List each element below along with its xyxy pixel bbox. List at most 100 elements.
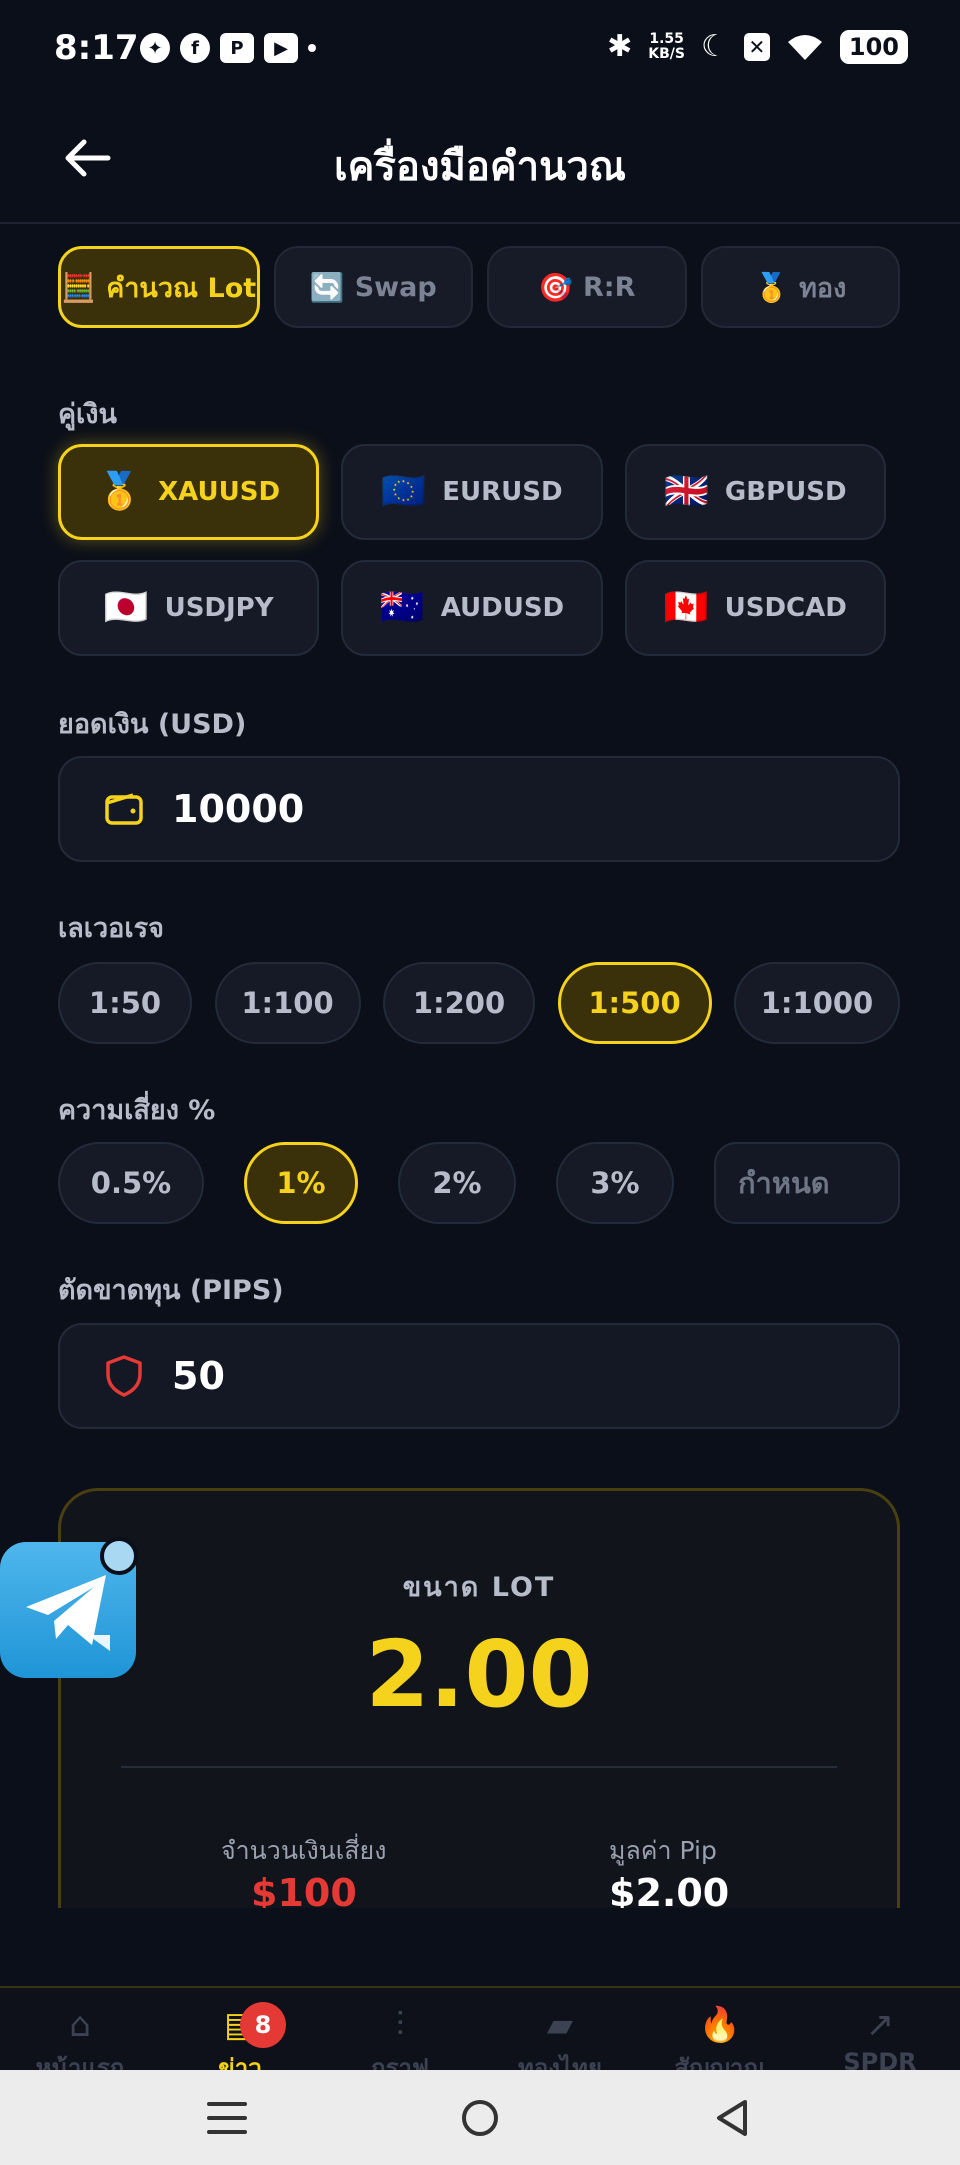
home-system-button[interactable] [440, 2088, 520, 2148]
more-notifications-icon [308, 44, 316, 52]
custom-risk-input[interactable]: กำหนด [714, 1142, 900, 1224]
app-bar: เครื่องมือคำนวณ [0, 100, 960, 224]
lot-size-value: 2.00 [365, 1621, 593, 1728]
stop-loss-label: ตัดขาดทุน (PIPS) [58, 1275, 284, 1306]
tab-gold[interactable]: 🥇 ทอง [700, 246, 900, 328]
telegram-notification-dot [100, 1537, 138, 1575]
pair-label: XAUUSD [158, 477, 281, 507]
youtube-icon: ▶ [264, 33, 298, 63]
gold-bar-icon: ▰ [546, 2005, 574, 2045]
gold-medal-icon: 🥇 [97, 471, 143, 512]
risk-amount-label: จำนวนเงินเสี่ยง [221, 1836, 387, 1865]
pair-label: AUDUSD [440, 593, 565, 623]
tab-swap[interactable]: 🔄 Swap [273, 246, 473, 328]
pair-label: USDJPY [164, 593, 274, 623]
target-icon: 🎯 [538, 270, 573, 304]
telegram-icon [26, 1575, 110, 1651]
risk-label: ความเสี่ยง % [58, 1095, 216, 1126]
news-badge: 8 [240, 2002, 286, 2048]
flame-icon: 🔥 [698, 2005, 742, 2045]
status-bar: 8:17 ✦ f P ▶ ✱ 1.55 KB/S ☾ ✕ 100 [0, 0, 960, 100]
nav-thai-gold[interactable]: ▰ ทองไทย [480, 1988, 640, 2082]
home-icon: ⌂ [69, 2005, 91, 2045]
net-speed: 1.55 KB/S [648, 31, 685, 62]
risk-amount-value: $100 [251, 1871, 357, 1908]
status-right: ✱ 1.55 KB/S ☾ ✕ 100 [607, 30, 908, 64]
australia-flag-icon: 🇦🇺 [379, 587, 425, 628]
stop-loss-value: 50 [172, 1354, 225, 1398]
leverage-1-1000[interactable]: 1:1000 [734, 962, 900, 1044]
canada-flag-icon: 🇨🇦 [663, 587, 709, 628]
japan-flag-icon: 🇯🇵 [103, 587, 149, 628]
pair-usdcad[interactable]: 🇨🇦 USDCAD [624, 560, 886, 656]
bluetooth-icon: ✱ [607, 29, 633, 64]
risk-options: 0.5% 1% 2% 3% กำหนด [58, 1142, 900, 1224]
pair-section-label: คู่เงิน [58, 399, 117, 430]
nav-home[interactable]: ⌂ หน้าแรก [0, 1988, 160, 2082]
pair-label: USDCAD [724, 593, 847, 623]
pair-label: GBPUSD [724, 477, 847, 507]
pair-grid: 🥇 XAUUSD 🇪🇺 EURUSD 🇬🇧 GBPUSD 🇯🇵 USDJPY 🇦… [58, 444, 886, 656]
leverage-1-200[interactable]: 1:200 [383, 962, 535, 1044]
leverage-label: เลเวอเรจ [58, 913, 164, 944]
trend-up-icon: ↗ [865, 2005, 895, 2045]
leverage-1-100[interactable]: 1:100 [214, 962, 361, 1044]
abacus-icon: 🧮 [61, 270, 97, 304]
balance-label: ยอดเงิน (USD) [58, 709, 247, 740]
tab-lot[interactable]: 🧮 คำนวณ Lot [58, 246, 260, 328]
result-card: ขนาด LOT 2.00 จำนวนเงินเสี่ยง $100 มูลค่… [58, 1488, 900, 1908]
medal-icon: 🥇 [754, 270, 790, 304]
menu-icon [206, 2101, 247, 2134]
pip-value-label: มูลค่า Pip [609, 1836, 717, 1865]
calculator-tabs: 🧮 คำนวณ Lot 🔄 Swap 🎯 R:R 🥇 ทอง [58, 246, 900, 328]
tab-label: R:R [582, 271, 636, 303]
leverage-1-500[interactable]: 1:500 [557, 962, 712, 1044]
result-divider [121, 1766, 837, 1768]
leverage-1-50[interactable]: 1:50 [58, 962, 192, 1044]
tab-rr[interactable]: 🎯 R:R [487, 246, 687, 328]
nav-signals[interactable]: 🔥 สัญญาณ [640, 1988, 800, 2082]
system-navigation [0, 2070, 960, 2165]
risk-0-5[interactable]: 0.5% [58, 1142, 204, 1224]
back-system-button[interactable] [693, 2088, 773, 2148]
pixiv-icon: P [220, 33, 254, 63]
nav-chart[interactable]: ⫶ กราฟ [320, 1988, 480, 2082]
balance-input[interactable]: 10000 [58, 756, 900, 862]
recent-apps-button[interactable] [187, 2088, 267, 2148]
tab-label: ทอง [799, 272, 847, 304]
wallet-icon [102, 787, 146, 831]
pip-value-value: $2.00 [609, 1871, 730, 1908]
pair-xauusd[interactable]: 🥇 XAUUSD [58, 444, 320, 540]
candlestick-icon: ⫶ [395, 2005, 405, 2045]
risk-3[interactable]: 3% [556, 1142, 674, 1224]
shield-icon [102, 1354, 146, 1398]
risk-1[interactable]: 1% [244, 1142, 358, 1224]
lot-size-label: ขนาด LOT [402, 1572, 556, 1603]
pair-label: EURUSD [442, 477, 563, 507]
pair-audusd[interactable]: 🇦🇺 AUDUSD [341, 560, 603, 656]
leverage-options: 1:50 1:100 1:200 1:500 1:1000 [58, 962, 900, 1044]
bottom-navigation: ⌂ หน้าแรก ▤ ข่าว ⫶ กราฟ ▰ ทองไทย 🔥 สัญญา… [0, 1986, 960, 2082]
notification-icons: ✦ f P ▶ [140, 33, 316, 63]
page-title: เครื่องมือคำนวณ [334, 144, 626, 190]
pair-usdjpy[interactable]: 🇯🇵 USDJPY [58, 560, 320, 656]
moon-icon: ☾ [700, 29, 728, 64]
battery-indicator: 100 [839, 30, 908, 64]
uk-flag-icon: 🇬🇧 [664, 471, 709, 512]
risk-2[interactable]: 2% [398, 1142, 516, 1224]
eu-flag-icon: 🇪🇺 [381, 471, 427, 512]
triangle-back-icon [717, 2099, 748, 2136]
status-time: 8:17 [54, 28, 139, 68]
nav-spdr[interactable]: ↗ SPDR [800, 1988, 960, 2076]
pair-eurusd[interactable]: 🇪🇺 EURUSD [341, 444, 603, 540]
swap-icon: 🔄 [309, 270, 345, 304]
no-sim-icon: ✕ [743, 33, 770, 61]
balance-value: 10000 [172, 787, 305, 831]
wifi-icon [787, 35, 822, 60]
tab-label: คำนวณ Lot [106, 272, 257, 304]
circle-icon [461, 2099, 498, 2136]
pair-gbpusd[interactable]: 🇬🇧 GBPUSD [624, 444, 886, 540]
tab-label: Swap [354, 271, 437, 303]
stop-loss-input[interactable]: 50 [58, 1323, 900, 1429]
facebook-icon: f [180, 33, 210, 63]
